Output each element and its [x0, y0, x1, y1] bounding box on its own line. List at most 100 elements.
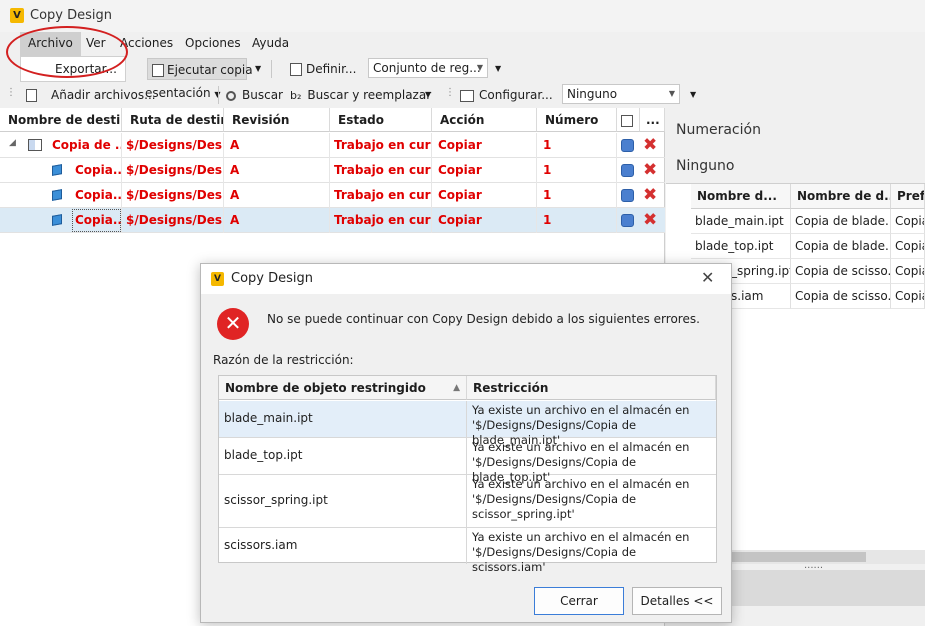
cell-nombre-destino[interactable]: Copia de scisso... — [791, 284, 891, 309]
delete-icon[interactable]: ✖ — [643, 212, 657, 229]
cell-numero: 1 — [539, 133, 617, 158]
definir-button[interactable]: Definir... — [290, 58, 356, 80]
buscar-reemplazar-dropdown[interactable]: ▼ — [425, 84, 431, 106]
toolbar-overflow-button[interactable]: ▼ — [690, 84, 696, 106]
app-icon: V — [211, 272, 224, 286]
error-message: No se puede continuar con Copy Design de… — [267, 312, 700, 326]
anadir-archivos-button[interactable]: Añadir archivos... — [26, 84, 156, 106]
column-header-accion[interactable]: Acción — [432, 108, 537, 132]
restricted-object-name: blade_main.ipt — [224, 411, 313, 425]
cell-nombre-destino: Copia... — [71, 158, 122, 183]
sort-ascending-icon: ▲ — [453, 383, 460, 393]
cell-nombre[interactable]: blade_top.ipt — [691, 234, 791, 259]
detalles-button[interactable]: Detalles << — [632, 587, 722, 615]
toolbar-separator — [271, 60, 272, 78]
column-divider — [466, 528, 467, 564]
error-icon: ✕ — [217, 308, 249, 340]
table-row[interactable]: Copia... $/Designs/Des... A Trabajo en c… — [0, 208, 665, 233]
cell-prefijo[interactable]: Copia — [891, 259, 925, 284]
numeracion-combo[interactable]: Ninguno ▼ — [562, 84, 680, 104]
expand-arrow-icon[interactable]: ◢ — [9, 138, 16, 148]
cerrar-button[interactable]: Cerrar — [534, 587, 624, 615]
part-icon — [52, 189, 62, 201]
cell-numero: 1 — [539, 183, 617, 208]
reason-label: Razón de la restricción: — [213, 353, 354, 367]
delete-icon[interactable]: ✖ — [643, 187, 657, 204]
cell-nombre-destino: Copia... — [71, 183, 122, 208]
ejecutar-copia-dropdown[interactable]: ▼ — [255, 58, 261, 80]
presentacion-button[interactable]: esentación ▼ — [145, 82, 221, 104]
table-row[interactable]: Copia... $/Designs/Des... A Trabajo en c… — [0, 158, 665, 183]
buscar-label: Buscar — [242, 88, 283, 102]
conjunto-reglas-value: Conjunto de reg... — [373, 61, 481, 75]
replace-icon: b₂ — [290, 89, 302, 102]
restriction-text: Ya existe un archivo en el almacén en '$… — [472, 530, 690, 574]
cell-prefijo[interactable]: Copia — [891, 209, 925, 234]
cell-accion: Copiar — [434, 158, 537, 183]
dialog-title: Copy Design — [231, 271, 313, 286]
delete-icon[interactable]: ✖ — [643, 162, 657, 179]
column-header-ruta-destino[interactable]: Ruta de destino — [122, 108, 224, 132]
column-header-more[interactable]: ... — [640, 108, 665, 132]
toolbar-overflow-button[interactable]: ▼ — [495, 58, 501, 80]
toolbar-separator — [218, 86, 219, 104]
cell-ruta-destino: $/Designs/Des... — [122, 158, 224, 183]
configurar-button[interactable]: Configurar... — [460, 84, 553, 106]
cell-nombre-destino: Copia... — [71, 208, 122, 233]
table-row[interactable]: blade_main.ipt Ya existe un archivo en e… — [219, 401, 716, 447]
table-row[interactable]: scissors.iam Ya existe un archivo en el … — [219, 528, 716, 574]
cell-prefijo[interactable]: Copia — [891, 284, 925, 309]
copy-icon — [152, 64, 164, 77]
column-header-nombre-destino[interactable]: Nombre de d... — [791, 184, 891, 209]
cell-numero: 1 — [539, 208, 617, 233]
cell-nombre-destino[interactable]: Copia de scisso... — [791, 259, 891, 284]
column-header-revision[interactable]: Revisión — [224, 108, 330, 132]
column-divider — [466, 438, 467, 475]
restricted-object-name: scissor_spring.ipt — [224, 493, 328, 507]
column-header-restriccion[interactable]: Restricción — [467, 376, 716, 400]
part-icon — [52, 214, 62, 226]
numeracion-combo-value: Ninguno — [567, 87, 618, 101]
cell-accion: Copiar — [434, 133, 537, 158]
header-checkbox[interactable] — [621, 114, 633, 127]
column-header-estado[interactable]: Estado — [330, 108, 432, 132]
search-icon — [226, 90, 236, 101]
column-header-prefijo[interactable]: Prefi — [891, 184, 925, 209]
column-header-nombre-destino[interactable]: Nombre de destino — [0, 108, 122, 132]
delete-icon[interactable]: ✖ — [643, 137, 657, 154]
status-checkbox[interactable] — [621, 214, 634, 227]
buscar-button[interactable]: Buscar — [226, 84, 283, 106]
column-header-objeto[interactable]: Nombre de objeto restringido ▲ — [219, 376, 467, 400]
toolbar-grip[interactable]: ⋮ — [6, 87, 16, 98]
column-header-nombre[interactable]: Nombre d... — [691, 184, 791, 209]
assembly-icon — [28, 139, 42, 151]
table-row[interactable]: scissor_spring.ipt Ya existe un archivo … — [219, 475, 716, 528]
cell-numero: 1 — [539, 158, 617, 183]
status-checkbox[interactable] — [621, 164, 634, 177]
table-row[interactable]: blade_top.ipt Ya existe un archivo en el… — [219, 438, 716, 484]
table-row[interactable]: ◢ Copia de ... $/Designs/Des... A Trabaj… — [0, 133, 665, 158]
cell-nombre[interactable]: blade_main.ipt — [691, 209, 791, 234]
status-checkbox[interactable] — [621, 139, 634, 152]
toolbar-grip[interactable]: ⋮ — [445, 87, 455, 98]
column-header-numero[interactable]: Número — [537, 108, 617, 132]
cell-nombre-destino[interactable]: Copia de blade... — [791, 234, 891, 259]
status-checkbox[interactable] — [621, 189, 634, 202]
add-file-icon — [26, 89, 37, 102]
cell-revision: A — [226, 208, 330, 233]
column-divider — [466, 401, 467, 438]
menu-opciones[interactable]: Opciones — [177, 32, 249, 56]
column-header-checkbox[interactable] — [617, 108, 640, 132]
restriction-text: Ya existe un archivo en el almacén en '$… — [472, 477, 690, 521]
numbering-title: Numeración — [676, 122, 761, 138]
list-icon — [290, 63, 302, 76]
cell-nombre-destino[interactable]: Copia de blade... — [791, 209, 891, 234]
close-icon[interactable]: ✕ — [701, 268, 714, 287]
cell-prefijo[interactable]: Copia — [891, 234, 925, 259]
table-row[interactable]: Copia... $/Designs/Des... A Trabajo en c… — [0, 183, 665, 208]
conjunto-reglas-combo[interactable]: Conjunto de reg... ▼ — [368, 58, 488, 78]
ejecutar-copia-button[interactable]: Ejecutar copia — [147, 58, 253, 80]
menu-ayuda[interactable]: Ayuda — [244, 32, 297, 56]
buscar-reemplazar-button[interactable]: b₂ Buscar y reemplazar — [290, 84, 431, 106]
cell-ruta-destino: $/Designs/Des... — [122, 208, 224, 233]
